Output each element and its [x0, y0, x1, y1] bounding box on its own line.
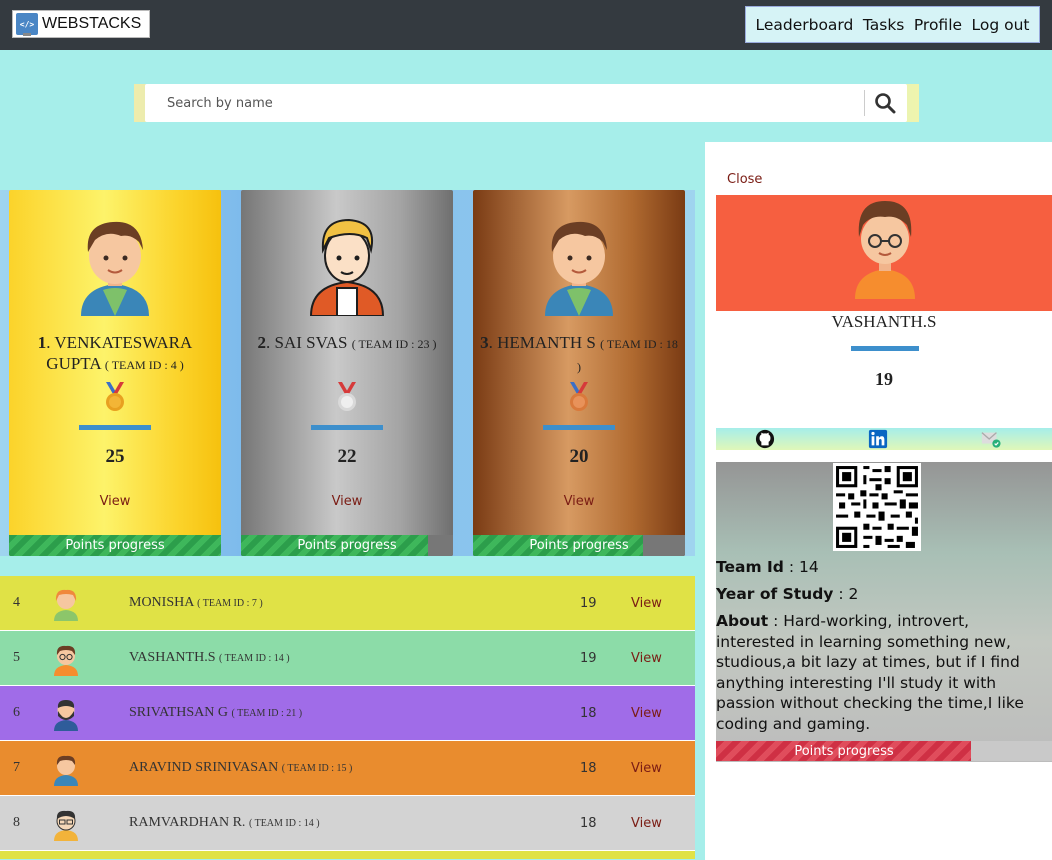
- podium-name: 3. HEMANTH S ( TEAM ID : 18 ): [480, 333, 678, 374]
- member-points: 18: [580, 705, 597, 721]
- progress-label: Points progress: [794, 744, 894, 759]
- list-item-partial: [0, 851, 695, 859]
- nav-menu: Leaderboard Tasks Profile Log out: [745, 6, 1040, 43]
- search-box: [145, 84, 907, 122]
- monitor-code-icon: </>: [16, 13, 38, 36]
- linkedin-icon[interactable]: [867, 429, 889, 449]
- search-icon[interactable]: [873, 91, 897, 115]
- points-progress-bar: Points progress: [241, 535, 453, 556]
- podium-divider: [543, 425, 615, 430]
- github-icon[interactable]: [754, 429, 776, 449]
- podium-points: 25: [105, 446, 125, 467]
- nav-profile-link[interactable]: Profile: [914, 16, 962, 34]
- view-button[interactable]: View: [241, 494, 453, 509]
- top-navbar: </> WEBSTACKS Leaderboard Tasks Profile …: [0, 0, 1052, 50]
- brand-name: WEBSTACKS: [42, 15, 142, 32]
- progress-label: Points progress: [65, 538, 165, 553]
- profile-points: 19: [875, 369, 893, 389]
- qr-code-icon: [833, 463, 921, 551]
- member-points: 19: [580, 650, 597, 666]
- team-id-field: Team Id : 14: [716, 558, 819, 576]
- rank: 5: [13, 650, 20, 665]
- leaderboard-list: 4 MONISHA ( TEAM ID : 7 ) 19 View 5 VASH…: [0, 576, 695, 859]
- view-button[interactable]: View: [631, 596, 662, 611]
- boy-avatar-icon: [545, 221, 613, 316]
- podium-divider: [79, 425, 151, 430]
- podium-points: 20: [569, 446, 589, 467]
- gold-medal-icon: [106, 382, 124, 411]
- boy-avatar-icon: [81, 221, 149, 316]
- bronze-medal-icon: [570, 382, 588, 411]
- close-button[interactable]: Close: [727, 172, 762, 187]
- boy-glasses-avatar-icon: [54, 645, 78, 676]
- podium-name: 2. SAI SVAS ( TEAM ID : 23 ): [257, 333, 437, 352]
- member-name: RAMVARDHAN R. ( TEAM ID : 14 ): [129, 815, 320, 830]
- search-divider: [864, 90, 865, 116]
- podium-card-2: 2. SAI SVAS ( TEAM ID : 23 ) 22 View Poi…: [241, 190, 453, 556]
- boy-avatar-icon: [54, 755, 78, 786]
- podium-points: 22: [337, 446, 357, 467]
- man-glasses-avatar-icon: [54, 810, 78, 841]
- profile-panel: Close VASHANTH.S 19 Team Id: 14 Year of…: [705, 142, 1052, 860]
- boy-avatar-icon: [309, 218, 385, 316]
- nav-logout-link[interactable]: Log out: [972, 16, 1030, 34]
- profile-header: [716, 195, 1052, 311]
- member-name: ARAVIND SRINIVASAN ( TEAM ID : 15 ): [129, 760, 353, 775]
- member-name: MONISHA ( TEAM ID : 7 ): [129, 595, 263, 610]
- member-name: VASHANTH.S ( TEAM ID : 14 ): [129, 650, 290, 665]
- podium-divider: [311, 425, 383, 430]
- about-field: About : Hard-working, introvert, interes…: [716, 612, 1024, 733]
- profile-divider: [851, 346, 919, 351]
- points-progress-bar: Points progress: [473, 535, 685, 556]
- silver-medal-icon: [338, 382, 356, 411]
- view-button[interactable]: View: [631, 706, 662, 721]
- points-progress-bar: Points progress: [9, 535, 221, 556]
- list-item[interactable]: 6 SRIVATHSAN G ( TEAM ID : 21 ) 18 View: [0, 686, 695, 741]
- list-item[interactable]: 4 MONISHA ( TEAM ID : 7 ) 19 View: [0, 576, 695, 631]
- brand-logo[interactable]: </> WEBSTACKS: [12, 10, 150, 38]
- year-of-study-field: Year of Study : 2: [716, 585, 859, 603]
- progress-label: Points progress: [297, 538, 397, 553]
- list-item[interactable]: 7 ARAVIND SRINIVASAN ( TEAM ID : 15 ) 18…: [0, 741, 695, 796]
- view-button[interactable]: View: [9, 494, 221, 509]
- podium-name: 1. VENKATESWARA GUPTA ( TEAM ID : 4 ): [37, 333, 193, 373]
- rank: 4: [13, 595, 20, 610]
- progress-label: Points progress: [529, 538, 629, 553]
- boy-glasses-avatar-icon: [855, 201, 915, 299]
- member-points: 18: [580, 815, 597, 831]
- podium-card-3: 3. HEMANTH S ( TEAM ID : 18 ) 20 View Po…: [473, 190, 685, 556]
- member-points: 19: [580, 595, 597, 611]
- nav-tasks-link[interactable]: Tasks: [863, 16, 905, 34]
- girl-avatar-icon: [54, 589, 78, 621]
- search-bar: [134, 84, 919, 122]
- profile-name: VASHANTH.S: [831, 312, 937, 331]
- podium-top3: 1. VENKATESWARA GUPTA ( TEAM ID : 4 ) 25…: [0, 190, 695, 556]
- list-item[interactable]: 8 RAMVARDHAN R. ( TEAM ID : 14 ) 18 View: [0, 796, 695, 851]
- social-links: [716, 428, 1052, 450]
- podium-card-1: 1. VENKATESWARA GUPTA ( TEAM ID : 4 ) 25…: [9, 190, 221, 556]
- view-button[interactable]: View: [473, 494, 685, 509]
- view-button[interactable]: View: [631, 761, 662, 776]
- rank: 7: [13, 760, 20, 775]
- member-name: SRIVATHSAN G ( TEAM ID : 21 ): [129, 705, 303, 720]
- bearded-man-avatar-icon: [54, 700, 78, 731]
- search-input[interactable]: [167, 93, 847, 113]
- profile-details: Team Id : 14 Year of Study : 2 About : H…: [716, 462, 1052, 762]
- member-points: 18: [580, 760, 597, 776]
- view-button[interactable]: View: [631, 816, 662, 831]
- rank: 8: [13, 815, 20, 830]
- rank: 6: [13, 705, 20, 720]
- nav-leaderboard-link[interactable]: Leaderboard: [755, 16, 853, 34]
- view-button[interactable]: View: [631, 651, 662, 666]
- points-progress-bar: Points progress: [716, 741, 1052, 761]
- mail-verified-icon[interactable]: [980, 429, 1002, 449]
- list-item[interactable]: 5 VASHANTH.S ( TEAM ID : 14 ) 19 View: [0, 631, 695, 686]
